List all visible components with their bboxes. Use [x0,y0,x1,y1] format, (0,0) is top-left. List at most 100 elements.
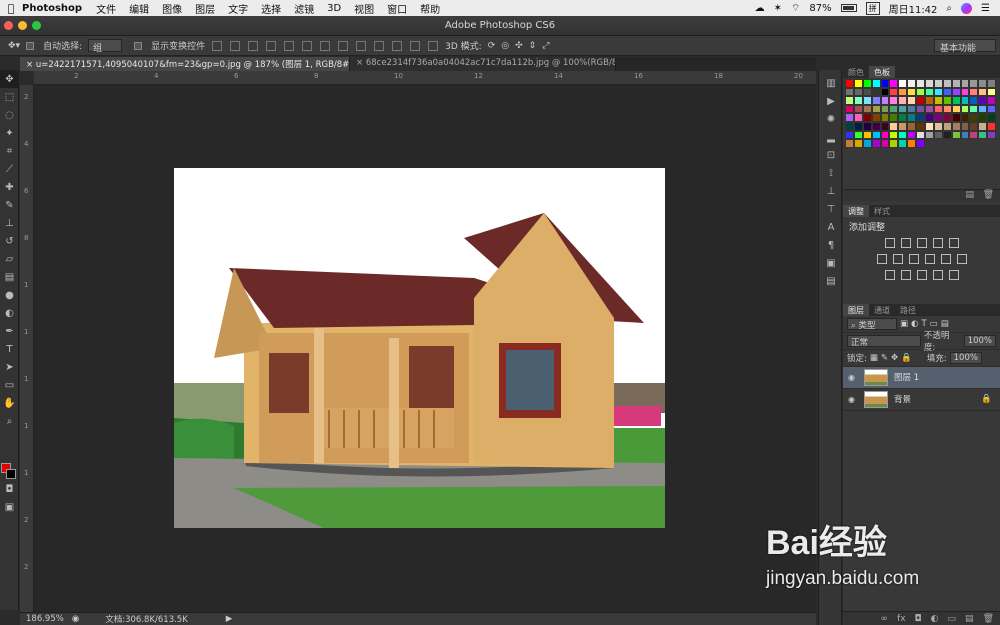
new-swatch-icon[interactable]: ▤ [965,190,974,200]
canvas-area[interactable] [34,85,816,612]
color-swatch[interactable] [969,121,979,131]
screen-mode-icon[interactable]: ▣ [0,498,19,516]
visibility-eye-icon[interactable]: ◉ [848,395,858,404]
color-swatch[interactable] [978,130,988,140]
color-swatch[interactable] [916,104,926,114]
new-adjustment-icon[interactable]: ◐ [931,614,939,624]
color-swatch[interactable] [969,113,979,122]
black-white-icon[interactable] [908,253,919,264]
color-swatch[interactable] [845,79,854,88]
color-swatch[interactable] [987,130,997,140]
auto-select-checkbox[interactable] [26,41,35,50]
color-swatch[interactable] [916,130,926,140]
align-vcenter-icon[interactable] [230,40,241,51]
color-swatch[interactable] [969,96,979,105]
distribute-right-icon[interactable] [410,40,421,51]
color-swatch[interactable] [978,79,988,88]
vibrance-icon[interactable] [948,237,959,248]
new-layer-icon[interactable]: ▤ [965,614,974,624]
color-swatch[interactable] [951,96,961,105]
menu-layer[interactable]: 图层 [195,1,215,16]
lock-transparent-icon[interactable]: ▦ [870,353,878,363]
color-swatch[interactable] [960,121,970,131]
notification-center-icon[interactable]: ☰ [981,3,990,14]
align-top-icon[interactable] [212,40,223,51]
color-swatch[interactable] [871,130,881,140]
color-swatch[interactable] [916,121,926,131]
color-swatch[interactable] [969,79,979,88]
color-swatch[interactable] [916,139,926,148]
color-swatch[interactable] [853,79,863,88]
color-swatch[interactable] [951,87,961,97]
color-swatch[interactable] [862,87,872,97]
color-swatch[interactable] [898,104,908,114]
color-swatch[interactable] [951,121,961,131]
magic-wand-tool-icon[interactable]: ✦ [0,124,19,142]
tab-styles[interactable]: 样式 [869,205,895,217]
scale-3d-icon[interactable]: ⤢ [542,41,549,51]
align-right-icon[interactable] [302,40,313,51]
color-swatch[interactable] [960,96,970,105]
color-swatch[interactable] [978,96,988,105]
color-swatch[interactable] [862,96,872,105]
color-swatch[interactable] [933,79,943,88]
color-swatch[interactable] [862,113,872,122]
color-swatch[interactable] [933,130,943,140]
color-swatch[interactable] [942,87,952,97]
blur-tool-icon[interactable]: ● [0,286,19,304]
filter-adjust-icon[interactable]: ◐ [911,319,918,329]
healing-brush-tool-icon[interactable]: ✚ [0,178,19,196]
paragraph-panel-icon[interactable]: ¶ [819,236,843,254]
marquee-tool-icon[interactable]: ⬚ [0,88,19,106]
character-panel-icon[interactable]: A [819,218,843,236]
color-swatch[interactable] [871,121,881,131]
menu-window[interactable]: 窗口 [387,1,407,16]
color-swatch[interactable] [880,139,890,148]
apple-menu-icon[interactable]:  [0,2,22,15]
color-swatch[interactable] [942,121,952,131]
color-swatch[interactable] [925,130,934,140]
crop-tool-icon[interactable]: ⌗ [0,142,19,160]
menu-file[interactable]: 文件 [96,1,116,16]
zoom-level[interactable]: 186.95% [26,614,64,624]
color-swatch[interactable] [960,104,970,114]
link-layers-icon[interactable]: ∞ [881,614,889,624]
history-brush-tool-icon[interactable]: ↺ [0,232,19,250]
color-swatch[interactable] [925,121,934,131]
add-mask-icon[interactable]: ◘ [915,614,922,624]
color-swatch[interactable] [853,104,863,114]
color-swatch[interactable] [889,104,899,114]
color-swatch[interactable] [933,96,943,105]
color-swatch[interactable] [925,113,934,122]
quick-mask-icon[interactable]: ◘ [0,480,19,498]
color-swatch[interactable] [960,79,970,88]
color-swatch[interactable] [871,104,881,114]
tab-adjustments[interactable]: 调整 [843,204,869,217]
menu-edit[interactable]: 编辑 [129,1,149,16]
color-swatch[interactable] [987,79,997,88]
color-swatch[interactable] [907,113,917,122]
distribute-top-icon[interactable] [320,40,331,51]
color-swatch[interactable] [898,87,908,97]
color-swatch[interactable] [845,113,854,122]
channel-mixer-icon[interactable] [940,253,951,264]
color-swatch[interactable] [862,130,872,140]
color-swatch[interactable] [951,79,961,88]
brightness-icon[interactable] [884,237,895,248]
tab-document-1[interactable]: × u=2422171571,4095040107&fm=23&gp=0.jpg… [20,57,350,71]
color-swatch[interactable] [880,87,890,97]
color-swatch[interactable] [871,96,881,105]
tab-layers[interactable]: 图层 [843,303,869,316]
color-swatch[interactable] [862,79,872,88]
menu-type[interactable]: 文字 [228,1,248,16]
color-swatch[interactable] [907,96,917,105]
distribute-left-icon[interactable] [374,40,385,51]
hand-tool-icon[interactable]: ✋ [0,394,19,412]
workspace-dropdown[interactable]: 基本功能 [934,39,996,54]
color-swatch[interactable] [853,113,863,122]
layer-comps-panel-icon[interactable]: ▣ [819,254,843,272]
align-bottom-icon[interactable] [248,40,259,51]
hue-saturation-icon[interactable] [876,253,887,264]
color-swatch[interactable] [933,87,943,97]
layer-row-1[interactable]: ◉ 图层 1 [843,366,1000,389]
